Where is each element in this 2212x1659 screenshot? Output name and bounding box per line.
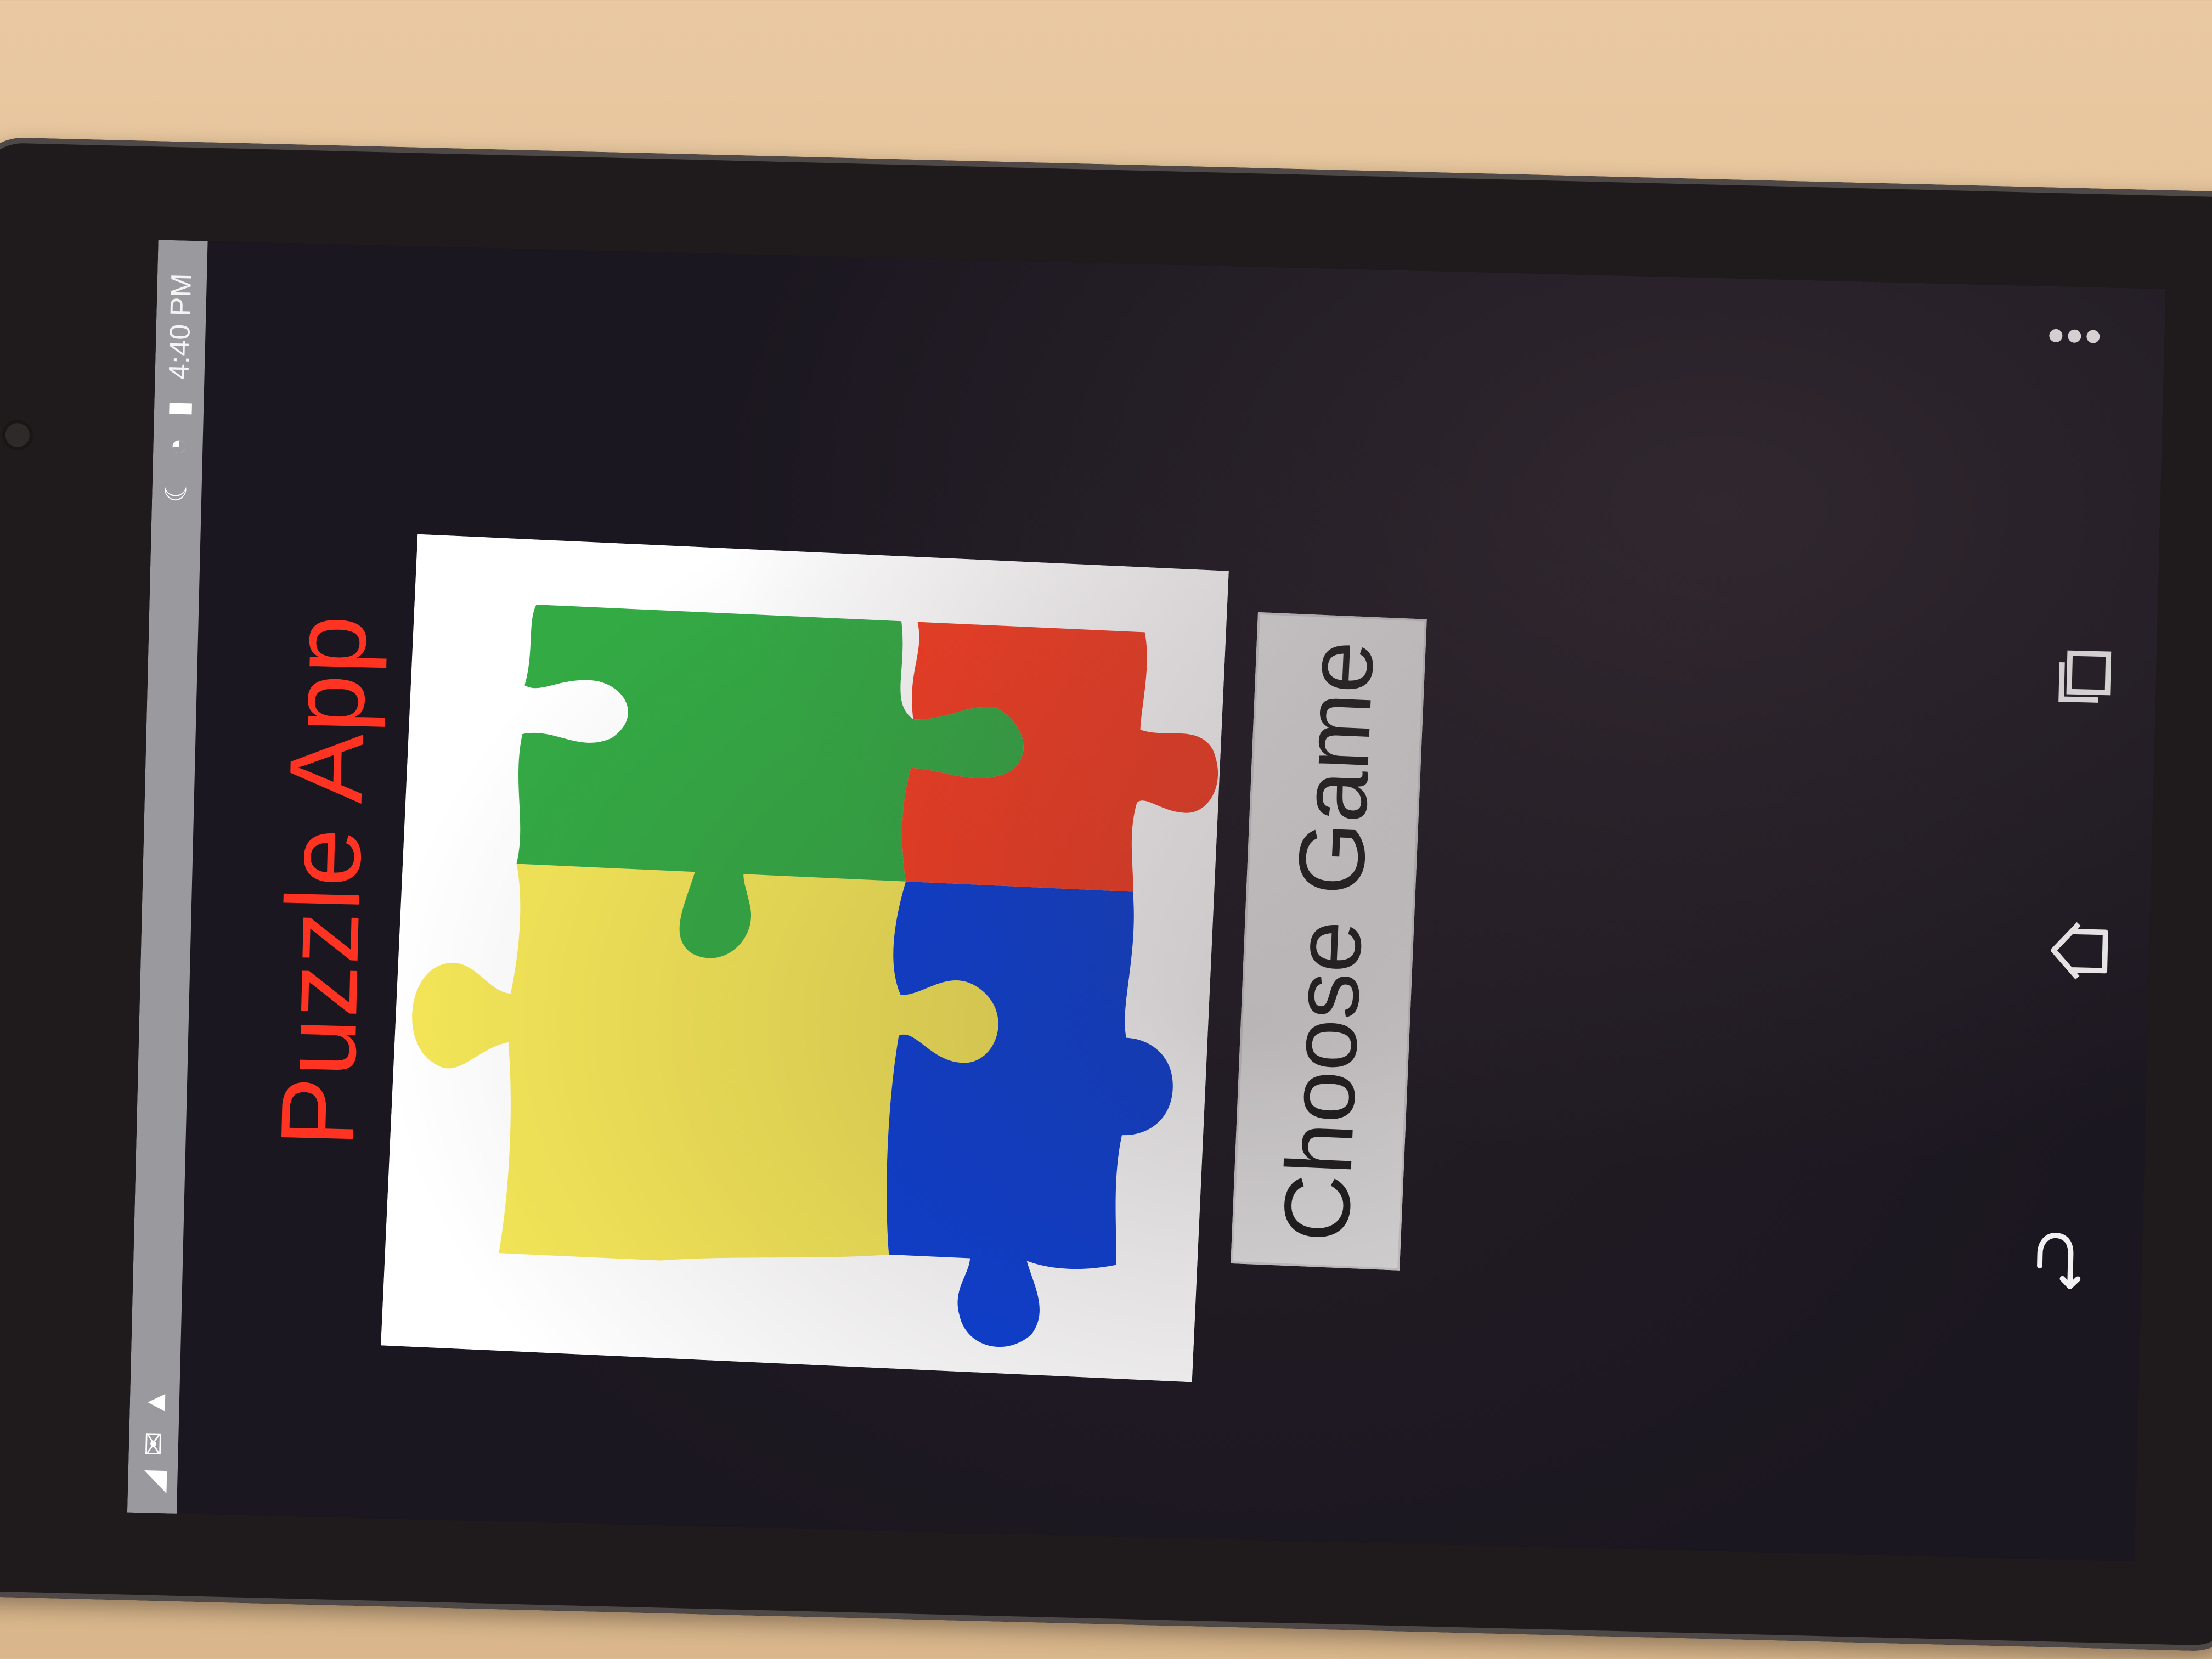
signal-icon: ◢: [136, 1470, 170, 1494]
device-screen: ◢ ✉ ▲ ☾ ◔ ▮ 4:40 PM Puzzle App Choose Ga…: [127, 240, 2166, 1562]
status-left-group: ◢ ✉ ▲: [136, 1387, 173, 1494]
alert-icon: ▲: [138, 1387, 172, 1418]
moon-icon: ☾: [159, 476, 194, 504]
recent-apps-icon: [2058, 650, 2112, 703]
status-time: 4:40 PM: [163, 273, 198, 380]
email-icon: ✉: [137, 1431, 171, 1457]
recent-apps-button[interactable]: [2046, 637, 2124, 716]
wifi-icon: ◔: [161, 437, 194, 456]
status-right-group: ☾ ◔ ▮ 4:40 PM: [159, 273, 199, 504]
home-icon: [2051, 922, 2108, 980]
navigation-bar: [1992, 285, 2166, 1561]
tablet-device: ◢ ✉ ▲ ☾ ◔ ▮ 4:40 PM Puzzle App Choose Ga…: [0, 137, 2212, 1652]
app-window: ◢ ✉ ▲ ☾ ◔ ▮ 4:40 PM Puzzle App Choose Ga…: [127, 240, 2166, 1562]
puzzle-pieces-image: [381, 534, 1229, 1383]
back-icon: [2037, 1233, 2081, 1289]
battery-icon: ▮: [161, 400, 195, 417]
page-title: Puzzle App: [259, 613, 389, 1148]
overflow-menu-button[interactable]: [2044, 319, 2121, 353]
overflow-menu-icon: [2049, 329, 2063, 343]
overflow-menu-dot: [2068, 329, 2081, 343]
back-button[interactable]: [2031, 1224, 2109, 1302]
home-button[interactable]: [2039, 912, 2117, 990]
front-camera: [5, 422, 30, 448]
choose-game-button[interactable]: Choose Game: [1231, 612, 1427, 1271]
overflow-menu-dot: [2086, 330, 2100, 343]
status-bar: ◢ ✉ ▲ ☾ ◔ ▮ 4:40 PM: [127, 240, 208, 1514]
